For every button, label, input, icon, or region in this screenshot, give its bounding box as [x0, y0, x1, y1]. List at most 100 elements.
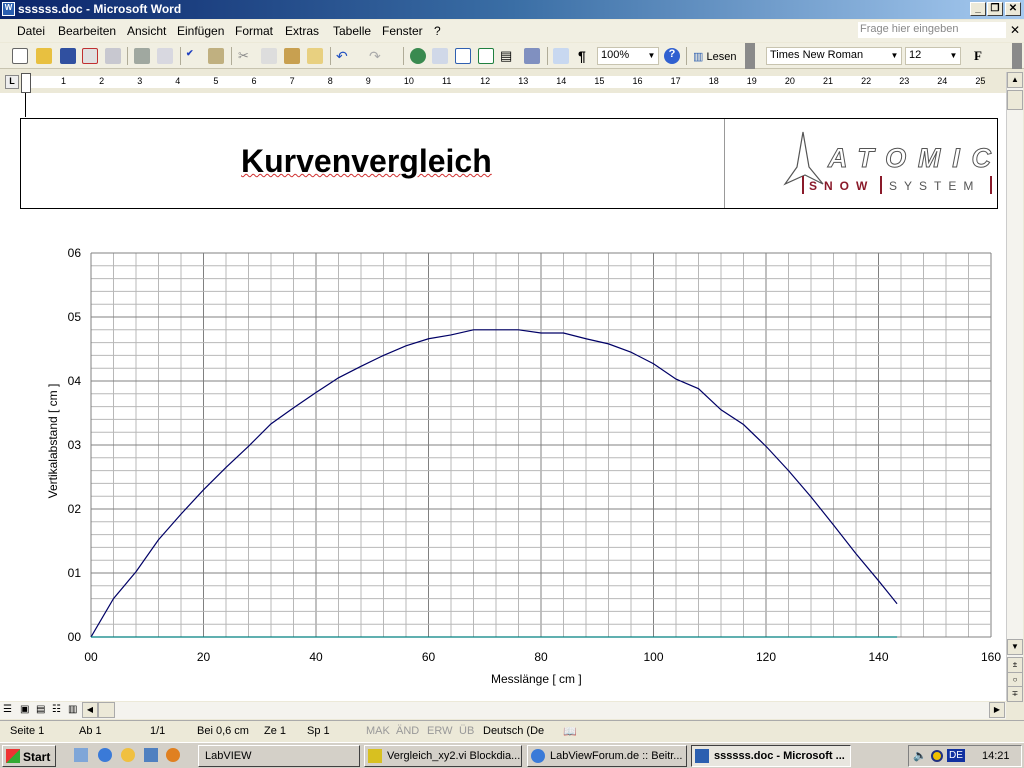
print-layout-icon[interactable]: ▤	[36, 704, 45, 715]
internet-explorer-icon[interactable]	[98, 748, 112, 762]
menu-einfuegen[interactable]: Einfügen	[177, 24, 224, 38]
menu-extras[interactable]: Extras	[285, 24, 319, 38]
horizontal-scroll-thumb[interactable]	[98, 702, 115, 718]
task-word-document[interactable]: ssssss.doc - Microsoft ...	[691, 745, 851, 767]
web-layout-icon[interactable]: ▣	[20, 704, 29, 715]
title-bar: W ssssss.doc - Microsoft Word _ ❐ ✕	[0, 0, 1024, 19]
chevron-down-icon[interactable]: ▼	[889, 49, 900, 63]
undo-icon[interactable]: ↶	[336, 48, 352, 64]
menu-fenster[interactable]: Fenster	[382, 24, 423, 38]
zoom-select[interactable]: 100% ▼	[597, 47, 659, 65]
document-map-icon[interactable]	[553, 48, 569, 64]
menu-bearbeiten[interactable]: Bearbeiten	[58, 24, 116, 38]
status-language[interactable]: Deutsch (De	[483, 725, 544, 737]
task-labview[interactable]: LabVIEW	[198, 745, 360, 767]
redo-icon[interactable]: ↷	[369, 48, 385, 64]
y-tick-label: 04	[68, 374, 82, 388]
open-icon[interactable]	[36, 48, 52, 64]
window-title: ssssss.doc - Microsoft Word	[18, 2, 182, 16]
print-preview-icon[interactable]	[157, 48, 173, 64]
indent-marker[interactable]	[21, 73, 31, 93]
chevron-down-icon[interactable]: ▼	[646, 49, 657, 63]
research-icon[interactable]	[208, 48, 224, 64]
email-icon[interactable]	[105, 48, 121, 64]
menu-format[interactable]: Format	[235, 24, 273, 38]
insert-excel-icon[interactable]	[478, 48, 494, 64]
spelling-status-icon[interactable]: 📖	[563, 725, 577, 738]
bold-button[interactable]: F	[974, 48, 982, 64]
tab-selector[interactable]: L	[5, 75, 19, 89]
menu-help[interactable]: ?	[434, 24, 441, 38]
clock[interactable]: 14:21	[982, 750, 1010, 762]
word-app-icon[interactable]: W	[2, 2, 15, 16]
vertical-scrollbar[interactable]: ▲ ▼ ± ○ ∓	[1006, 72, 1023, 702]
next-page-button[interactable]: ∓	[1007, 686, 1023, 702]
format-painter-icon[interactable]	[307, 48, 323, 64]
reading-layout-icon[interactable]: ▥	[68, 704, 77, 715]
save-icon[interactable]	[60, 48, 76, 64]
outline-view-icon[interactable]: ☷	[52, 704, 61, 715]
show-formatting-icon[interactable]: ¶	[578, 48, 594, 64]
print-icon[interactable]	[134, 48, 150, 64]
drawing-icon[interactable]	[524, 48, 540, 64]
ruler-number: 7	[289, 76, 295, 86]
start-button[interactable]: Start	[2, 745, 56, 767]
status-extend[interactable]: ERW	[427, 725, 452, 737]
sync-app-icon[interactable]	[144, 748, 158, 762]
font-size-select[interactable]: 12 ▼	[905, 47, 961, 65]
horizontal-scrollbar[interactable]: ☰ ▣ ▤ ☷ ▥ ◀ ▶	[0, 702, 1006, 719]
permission-icon[interactable]	[82, 48, 98, 64]
status-overwrite[interactable]: ÜB	[459, 725, 474, 737]
menu-ansicht[interactable]: Ansicht	[127, 24, 166, 38]
tray-app-icon[interactable]	[931, 750, 943, 762]
chevron-down-icon[interactable]: ▼	[948, 49, 959, 63]
x-tick-label: 40	[309, 650, 323, 664]
separator	[403, 47, 404, 65]
spelling-icon[interactable]: ✔	[186, 48, 202, 64]
insert-table-icon[interactable]	[455, 48, 471, 64]
copy-icon[interactable]	[261, 48, 277, 64]
help-icon[interactable]: ?	[664, 48, 680, 64]
ruler-number: 25	[975, 76, 986, 86]
y-tick-label: 06	[68, 246, 82, 260]
menu-datei[interactable]: Datei	[17, 24, 45, 38]
input-language-indicator[interactable]: DE	[947, 749, 965, 762]
scroll-thumb[interactable]	[1007, 90, 1023, 110]
media-player-icon[interactable]	[166, 748, 180, 762]
ruler-number: 14	[556, 76, 567, 86]
paste-icon[interactable]	[284, 48, 300, 64]
restore-button[interactable]: ❐	[987, 2, 1003, 16]
menu-tabelle[interactable]: Tabelle	[333, 24, 371, 38]
minimize-button[interactable]: _	[970, 2, 986, 16]
close-document-icon[interactable]: ✕	[1010, 23, 1020, 37]
close-button[interactable]: ✕	[1005, 2, 1021, 16]
status-section: Ab 1	[79, 725, 102, 737]
status-line: Ze 1	[264, 725, 287, 737]
document-page[interactable]: Kurvenvergleich ATOMIC SNOW SYSTEM 00 01 0…	[0, 93, 1006, 701]
read-button[interactable]: ▥ Lesen	[693, 50, 736, 63]
previous-page-button[interactable]: ±	[1007, 657, 1023, 673]
scroll-right-button[interactable]: ▶	[989, 702, 1005, 718]
volume-icon[interactable]: 🔈	[913, 749, 927, 762]
tables-borders-icon[interactable]	[432, 48, 448, 64]
new-document-icon[interactable]	[12, 48, 28, 64]
task-vergleich-vi[interactable]: Vergleich_xy2.vi Blockdia...	[364, 745, 522, 767]
help-search-input[interactable]: Frage hier eingeben	[858, 22, 1006, 38]
status-macro[interactable]: MAK	[366, 725, 390, 737]
hyperlink-icon[interactable]	[410, 48, 426, 64]
scroll-left-button[interactable]: ◀	[82, 702, 98, 718]
scroll-down-button[interactable]: ▼	[1007, 639, 1023, 655]
scroll-up-button[interactable]: ▲	[1007, 72, 1023, 88]
cut-icon[interactable]: ✂	[238, 48, 254, 64]
font-select[interactable]: Times New Roman ▼	[766, 47, 902, 65]
status-track-changes[interactable]: ÄND	[396, 725, 419, 737]
taskbar: Start LabVIEW Vergleich_xy2.vi Blockdia.…	[0, 742, 1024, 768]
columns-icon[interactable]: ▤	[500, 48, 516, 64]
clock-app-icon[interactable]	[121, 748, 135, 762]
curve-chart: 00 01 02 03 04 05 06 00 20 40 60 80 100 120 140 160	[68, 246, 1002, 664]
show-desktop-icon[interactable]	[74, 748, 88, 762]
task-labviewforum[interactable]: LabViewForum.de :: Beitr...	[527, 745, 687, 767]
normal-view-icon[interactable]: ☰	[3, 704, 12, 715]
toolbar-options-handle[interactable]	[745, 43, 755, 69]
toolbar-options-handle[interactable]	[1012, 43, 1022, 69]
